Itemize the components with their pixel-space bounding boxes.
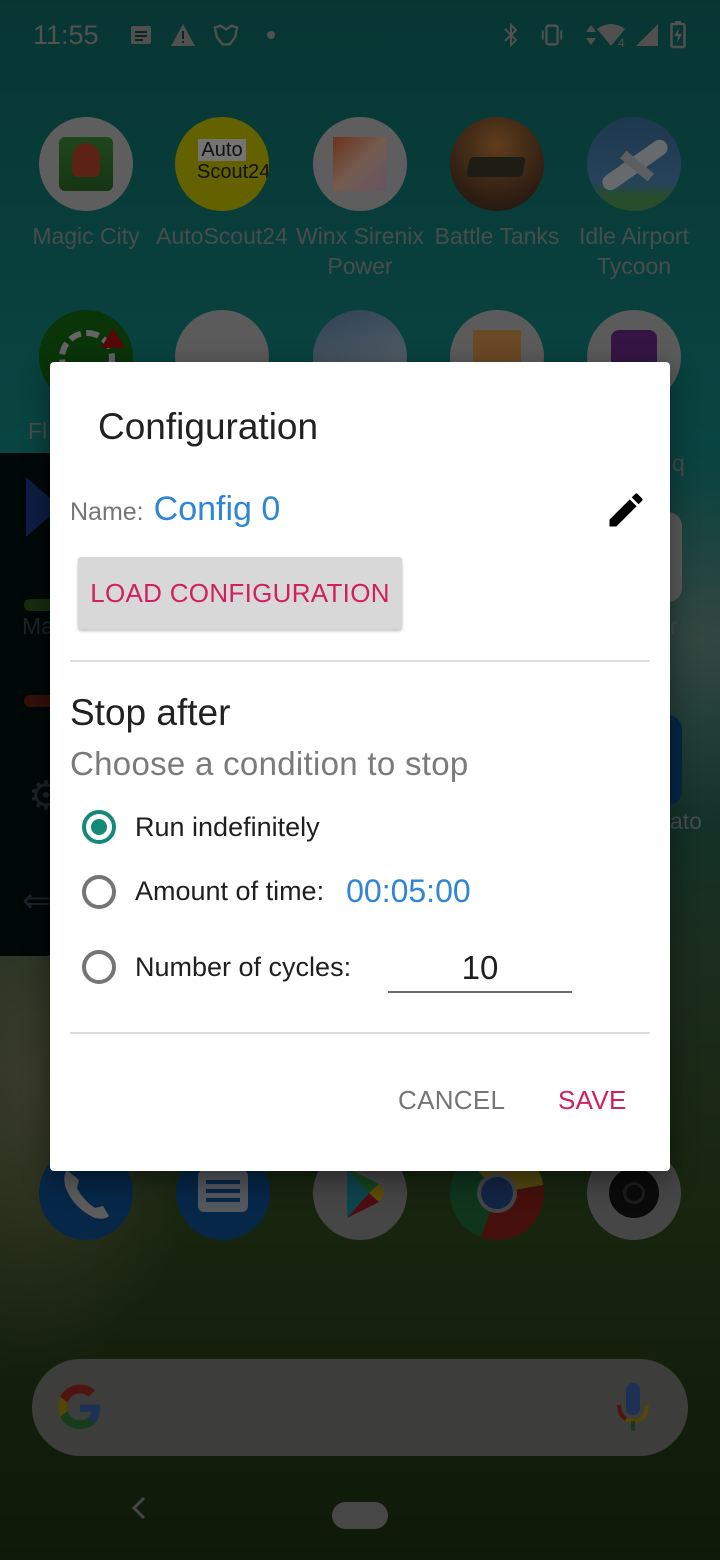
divider (70, 660, 650, 662)
radio-label: Number of cycles: (135, 951, 352, 982)
load-configuration-button[interactable]: LOAD CONFIGURATION (78, 557, 402, 629)
radio-button[interactable] (82, 950, 116, 984)
radio-button[interactable] (82, 874, 116, 909)
divider (70, 1032, 650, 1034)
dialog-title: Configuration (98, 406, 319, 447)
cycles-input[interactable] (388, 945, 572, 993)
radio-button-checked[interactable] (82, 810, 116, 844)
radio-amount-of-time[interactable]: Amount of time: 00:05:00 (82, 873, 471, 910)
configuration-dialog: Configuration Name: Config 0 LOAD CONFIG… (50, 362, 670, 1171)
time-duration-value[interactable]: 00:05:00 (346, 873, 471, 910)
save-button[interactable]: SAVE (552, 1084, 633, 1117)
config-name-value[interactable]: Config 0 (154, 490, 281, 529)
radio-label: Run indefinitely (135, 811, 320, 842)
radio-number-of-cycles[interactable]: Number of cycles: (82, 950, 351, 984)
stop-after-heading: Stop after (70, 692, 231, 733)
edit-pencil-icon[interactable] (604, 488, 648, 532)
radio-label: Amount of time: (135, 876, 325, 906)
radio-run-indefinitely[interactable]: Run indefinitely (82, 810, 320, 844)
name-label: Name: (70, 498, 144, 526)
name-row: Name: Config 0 (70, 490, 280, 529)
stop-after-subtitle: Choose a condition to stop (70, 745, 469, 782)
cancel-button[interactable]: CANCEL (392, 1084, 511, 1117)
